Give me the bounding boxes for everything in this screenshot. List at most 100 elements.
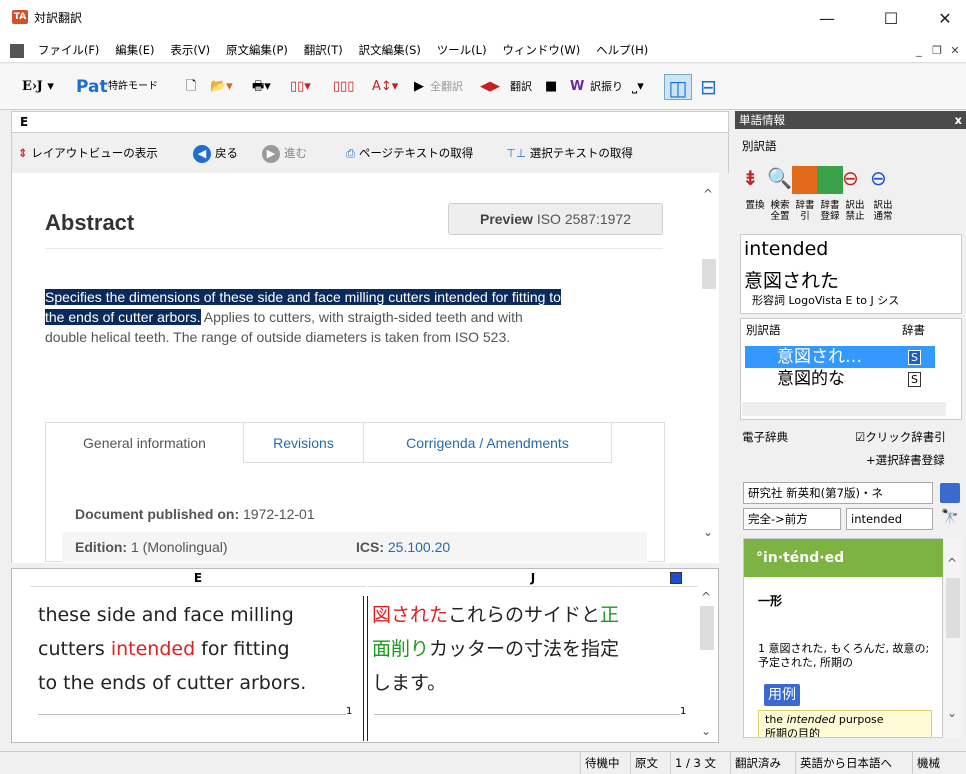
menu-edit[interactable]: 編集(E) — [109, 38, 160, 63]
web-view-scrollbar[interactable]: ^ ⌄ — [699, 173, 719, 563]
scroll-thumb[interactable] — [702, 259, 716, 289]
dictionary-select[interactable]: 研究社 新英和(第7版)・ネ — [743, 482, 933, 504]
menu-window[interactable]: ウィンドウ(W) — [496, 38, 586, 63]
furigana-icon[interactable]: W — [570, 74, 584, 100]
example-button[interactable]: 用例 — [764, 684, 800, 706]
pane-toggle-icon[interactable] — [670, 572, 682, 584]
bilingual-scroll-down-icon[interactable]: ⌄ — [701, 724, 711, 738]
preview-button[interactable]: Preview ISO 2587:1972 — [448, 203, 663, 235]
forward-arrow-icon: ▶ — [262, 144, 280, 163]
app-logo-icon: TA — [12, 10, 28, 24]
scroll-down-icon[interactable]: ⌄ — [703, 525, 713, 539]
mdi-close-button[interactable]: ✕ — [946, 42, 964, 60]
search-replace-icon[interactable]: 🔍 — [767, 166, 793, 194]
new-document-icon[interactable]: 🗋 — [186, 74, 196, 100]
menu-tools[interactable]: ツール(L) — [431, 38, 493, 63]
font-size-icon[interactable]: A↕▾ — [372, 74, 398, 100]
target-word-intended[interactable]: 図された — [372, 604, 448, 626]
alt-list-item[interactable]: 意図的な — [745, 368, 935, 390]
bilingual-scroll-thumb[interactable] — [700, 606, 714, 650]
menu-translate[interactable]: 翻訳(T) — [298, 38, 349, 63]
patent-button[interactable]: Pat — [76, 74, 108, 100]
normal-translation-label: 訳出 通常 — [873, 200, 893, 222]
bilingual-scroll-up-icon[interactable]: ^ — [701, 590, 711, 604]
replace-icon[interactable]: ⇟ — [742, 166, 768, 194]
app-menu-icon[interactable] — [10, 43, 24, 58]
select-dict-register-link[interactable]: +選択辞書登録 — [866, 452, 945, 468]
dict-scroll-thumb[interactable] — [946, 578, 960, 638]
target-sentence-index: 1 — [680, 706, 687, 717]
layout-view-button[interactable]: ⇕ レイアウトビューの表示 — [18, 143, 158, 163]
mdi-minimize-button[interactable]: _ — [910, 42, 928, 60]
minimize-button[interactable]: — — [812, 8, 842, 30]
ics-label: ICS: — [356, 539, 384, 555]
dict-scroll-down-icon[interactable]: ⌄ — [947, 706, 957, 720]
suppress-translation-icon[interactable]: ⊖ — [842, 166, 868, 194]
translate-arrow-icon[interactable]: ◀▶ — [480, 74, 500, 100]
maximize-button[interactable]: ☐ — [876, 8, 906, 30]
dict-lookup-icon[interactable] — [940, 483, 960, 503]
tab-general-information[interactable]: General information — [46, 423, 244, 463]
alt-list-item-selected[interactable]: 意図され… — [745, 346, 935, 368]
direction-ej-button[interactable]: E›J ▾ — [22, 74, 54, 100]
menu-target-edit[interactable]: 訳文編集(S) — [353, 38, 427, 63]
furigana-button[interactable]: 訳振り — [590, 74, 623, 100]
normal-translation-icon[interactable]: ⊖ — [870, 166, 896, 194]
split-view-icon[interactable]: ▯▯▾ — [290, 74, 311, 100]
binoculars-icon[interactable]: 🔭 — [941, 509, 958, 525]
menu-help[interactable]: ヘルプ(H) — [590, 38, 654, 63]
ics-link[interactable]: 25.100.20 — [388, 539, 450, 555]
selected-text-line-2[interactable]: the ends of cutter arbors. — [45, 309, 201, 325]
word-info-close-button[interactable]: x — [955, 111, 962, 129]
get-selected-text-button[interactable]: ⊤⊥ 選択テキストの取得 — [506, 143, 633, 163]
dict-scroll-up-icon[interactable]: ^ — [947, 556, 957, 570]
get-page-text-button[interactable]: ⎙ ページテキストの取得 — [346, 143, 473, 163]
english-source-text[interactable]: these side and face milling cutters inte… — [38, 598, 360, 700]
close-button[interactable]: ✕ — [930, 8, 960, 30]
print-icon[interactable]: 🖶▾ — [252, 74, 271, 100]
alt-item-text-1: 意図的な — [777, 369, 845, 389]
stop-icon[interactable]: ■ — [545, 74, 557, 100]
menu-source-edit[interactable]: 原文編集(P) — [220, 38, 294, 63]
status-source: 原文 — [630, 752, 662, 774]
japanese-translation-text[interactable]: 図されたこれらのサイドと正 面削りカッターの寸法を指定 します。 — [372, 598, 694, 700]
dict-query-select[interactable]: intended — [846, 508, 933, 530]
translate-all-button[interactable]: 全翻訳 — [430, 74, 463, 100]
translate-button[interactable]: 翻訳 — [510, 74, 532, 100]
tab-corrigenda[interactable]: Corrigenda / Amendments — [364, 423, 612, 463]
underscore-icon[interactable]: ⎵▾ — [632, 74, 644, 100]
example-em: intended — [786, 713, 836, 726]
play-icon[interactable]: ▶ — [414, 74, 424, 100]
mdi-restore-button[interactable]: ❐ — [928, 42, 946, 60]
dictionary-lookup-icon[interactable] — [792, 166, 818, 194]
target-word-face[interactable]: 正 — [600, 604, 619, 626]
alt-list-hscroll[interactable] — [742, 402, 946, 416]
back-button[interactable]: ◀ 戻る — [193, 143, 238, 163]
layout-stacked-icon[interactable]: ⊟ — [700, 74, 717, 100]
dict-query-value: intended — [851, 512, 903, 526]
dict-definition: 1 意図された, もくろんだ, 故意の; 予定された, 所期の — [758, 642, 930, 669]
bilingual-scrollbar[interactable]: ^ ⌄ — [699, 590, 717, 740]
dictionary-register-icon[interactable] — [817, 166, 843, 194]
click-dict-checkbox[interactable]: ☑クリック辞書引 — [855, 429, 946, 445]
published-label: Document published on: — [75, 506, 240, 522]
patent-mode-label[interactable]: 特許モード — [108, 74, 158, 100]
menu-file[interactable]: ファイル(F) — [32, 38, 106, 63]
match-mode-select[interactable]: 完全->前方 — [743, 508, 841, 530]
dictionary-register-label: 辞書 登録 — [820, 200, 840, 222]
menu-view[interactable]: 表示(V) — [164, 38, 216, 63]
dict-scrollbar[interactable]: ^ ⌄ — [944, 538, 962, 738]
column-divider[interactable] — [363, 596, 368, 741]
scroll-up-icon[interactable]: ^ — [703, 187, 713, 201]
system-dict-badge: S — [908, 372, 921, 387]
headword: intended — [744, 238, 829, 260]
open-folder-icon[interactable]: 📂▾ — [210, 74, 233, 100]
forward-button[interactable]: ▶ 進む — [262, 143, 307, 163]
source-word-intended[interactable]: intended — [111, 638, 195, 660]
layout-side-icon[interactable]: ◫ — [664, 74, 692, 100]
search-replace-label: 検索 全置 — [770, 200, 790, 222]
three-column-icon[interactable]: ▯▯▯ — [333, 74, 354, 100]
selected-text-line-1[interactable]: Specifies the dimensions of these side a… — [45, 289, 561, 305]
tab-revisions[interactable]: Revisions — [244, 423, 364, 463]
target-word-milling[interactable]: 面削り — [372, 638, 429, 660]
